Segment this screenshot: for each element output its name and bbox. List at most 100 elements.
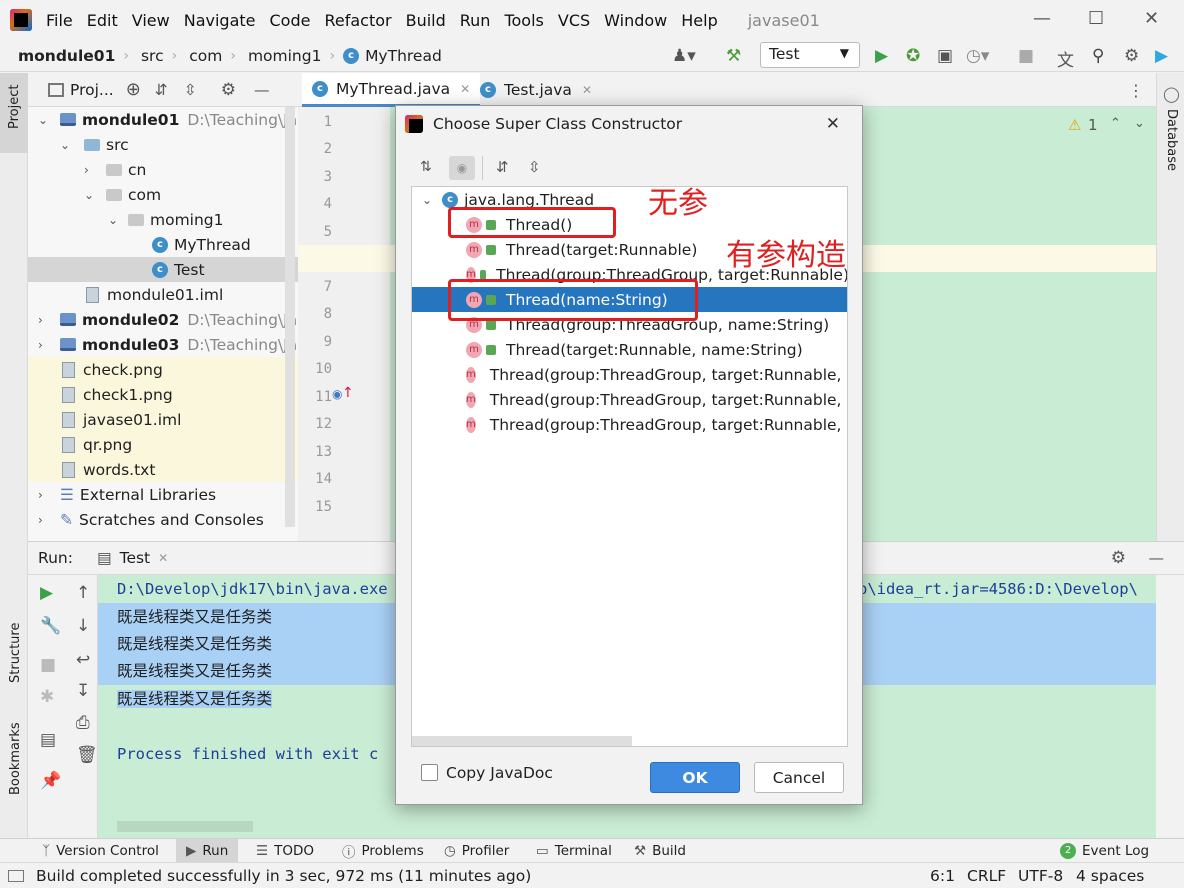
close-tab-icon[interactable]: ✕: [158, 551, 168, 565]
pin-icon[interactable]: 📌: [40, 771, 61, 791]
show-inherited-icon[interactable]: ◉: [449, 156, 475, 180]
chevron-right-icon[interactable]: ›: [38, 488, 43, 502]
chevron-down-icon[interactable]: ⌄: [60, 138, 70, 152]
menu-build[interactable]: Build: [406, 11, 446, 30]
breadcrumb-package[interactable]: moming1: [248, 47, 322, 65]
tab-mythread[interactable]: c MyThread.java ✕: [302, 73, 481, 107]
tree-item-javase01-iml[interactable]: javase01.iml: [28, 407, 298, 432]
indent-setting[interactable]: 4 spaces: [1076, 867, 1144, 885]
maximize-icon[interactable]: ☐: [1088, 8, 1104, 29]
more-tabs-icon[interactable]: ⋮: [1128, 81, 1144, 100]
run-icon[interactable]: ▶: [875, 46, 888, 66]
collapse-all-icon[interactable]: ⇳: [184, 81, 197, 99]
breadcrumb-com[interactable]: com: [189, 47, 222, 65]
tree-item-src[interactable]: ⌄ src: [28, 132, 298, 157]
tab-profiler[interactable]: ◷ Profiler: [444, 839, 509, 863]
clear-all-icon[interactable]: 🗑: [76, 745, 98, 765]
layout-icon[interactable]: ▤: [40, 730, 56, 750]
constructor-item[interactable]: m Thread(group:ThreadGroup, target:Runnab…: [412, 362, 847, 387]
close-tab-icon[interactable]: ✕: [460, 82, 470, 96]
menu-edit[interactable]: Edit: [87, 11, 118, 30]
tab-run[interactable]: ▶ Run: [176, 839, 238, 863]
jetbrains-toolbox-icon[interactable]: ▶: [1155, 46, 1168, 66]
constructor-item[interactable]: m Thread(group:ThreadGroup, target:Runnab…: [412, 412, 847, 437]
chevron-down-icon[interactable]: ⌄: [84, 188, 94, 202]
tree-item-mondule01-iml[interactable]: mondule01.iml: [28, 282, 298, 307]
warning-icon[interactable]: ⚠: [1068, 116, 1081, 134]
coverage-icon[interactable]: ▣: [937, 46, 953, 66]
menu-view[interactable]: View: [132, 11, 170, 30]
profile-icon[interactable]: ◷▾: [966, 46, 989, 66]
stop-icon[interactable]: ■: [40, 655, 56, 675]
tree-item-mondule01[interactable]: ⌄ mondule01 D:\Teaching\Java: [28, 107, 298, 132]
locate-target-icon[interactable]: ⊕: [126, 79, 141, 100]
next-highlight-icon[interactable]: ⌄: [1134, 116, 1145, 131]
menu-navigate[interactable]: Navigate: [184, 11, 256, 30]
user-icon[interactable]: ♟▾: [672, 46, 696, 66]
status-message[interactable]: Build completed successfully in 3 sec, 9…: [36, 867, 531, 885]
stop-icon[interactable]: ■: [1018, 46, 1034, 66]
soft-wrap-icon[interactable]: ↩: [76, 650, 90, 670]
menu-run[interactable]: Run: [460, 11, 491, 30]
run-config-select[interactable]: Test ▼: [760, 42, 860, 68]
dump-threads-icon[interactable]: ✱: [40, 687, 54, 707]
structure-tool-label[interactable]: Structure: [8, 623, 23, 683]
tree-scrollbar[interactable]: [285, 107, 295, 527]
tree-item-check1-png[interactable]: check1.png: [28, 382, 298, 407]
chevron-right-icon[interactable]: ›: [38, 338, 43, 352]
file-encoding[interactable]: UTF-8: [1018, 867, 1063, 885]
tree-item-check-png[interactable]: check.png: [28, 357, 298, 382]
chevron-right-icon[interactable]: ›: [84, 163, 89, 177]
expand-all-icon[interactable]: ⇵: [155, 81, 168, 99]
tree-item-scratches[interactable]: › ✎ Scratches and Consoles: [28, 507, 298, 532]
tab-terminal[interactable]: ▭ Terminal: [536, 839, 612, 863]
expand-all-icon[interactable]: ⇵: [496, 158, 509, 176]
build-hammer-icon[interactable]: ⚒: [726, 46, 741, 66]
run-tab-label[interactable]: Test: [120, 549, 151, 567]
menu-refactor[interactable]: Refactor: [324, 11, 391, 30]
close-window-icon[interactable]: ✕: [1144, 8, 1159, 29]
hide-run-panel-icon[interactable]: —: [1149, 549, 1165, 567]
breadcrumb-src[interactable]: src: [141, 47, 164, 65]
close-dialog-icon[interactable]: ✕: [826, 114, 840, 134]
rerun-icon[interactable]: ▶: [40, 583, 53, 603]
bookmarks-tool-label[interactable]: Bookmarks: [8, 722, 23, 795]
menu-file[interactable]: File: [46, 11, 73, 30]
translate-icon[interactable]: 文: [1057, 46, 1074, 71]
close-tab-icon[interactable]: ✕: [582, 83, 592, 97]
project-tool-label[interactable]: Project: [7, 85, 22, 129]
chevron-right-icon[interactable]: ›: [38, 513, 43, 527]
tab-test[interactable]: c Test.java ✕: [470, 73, 602, 107]
cancel-button[interactable]: Cancel: [754, 762, 844, 793]
constructor-item[interactable]: m Thread(group:ThreadGroup, target:Runnab…: [412, 387, 847, 412]
tab-build[interactable]: ⚒ Build: [634, 839, 686, 863]
project-view-label[interactable]: Proj...: [70, 81, 114, 99]
database-icon[interactable]: ◯: [1163, 85, 1180, 103]
menu-code[interactable]: Code: [270, 11, 311, 30]
tab-problems[interactable]: ⓘ Problems: [342, 839, 424, 863]
settings-gear-icon[interactable]: ⚙: [1124, 46, 1139, 66]
line-separator[interactable]: CRLF: [967, 867, 1006, 885]
tree-item-mythread[interactable]: c MyThread: [28, 232, 298, 257]
tree-item-external-libraries[interactable]: › ☰ External Libraries: [28, 482, 298, 507]
tab-version-control[interactable]: ᛉ Version Control: [42, 839, 159, 863]
menu-window[interactable]: Window: [604, 11, 667, 30]
tree-item-words-txt[interactable]: words.txt: [28, 457, 298, 482]
menu-help[interactable]: Help: [681, 11, 717, 30]
panel-gear-icon[interactable]: ⚙: [221, 80, 236, 100]
tree-item-qr-png[interactable]: qr.png: [28, 432, 298, 457]
breadcrumb-module[interactable]: mondule01: [18, 47, 115, 65]
chevron-right-icon[interactable]: ›: [38, 313, 43, 327]
menu-tools[interactable]: Tools: [504, 11, 543, 30]
tree-item-mondule03[interactable]: › mondule03 D:\Teaching\Java: [28, 332, 298, 357]
database-tool-label[interactable]: Database: [1164, 109, 1179, 171]
ok-button[interactable]: OK: [650, 762, 740, 793]
tree-item-mondule02[interactable]: › mondule02 D:\Teaching\Java: [28, 307, 298, 332]
tab-todo[interactable]: ☰ TODO: [256, 839, 314, 863]
tree-item-test[interactable]: c Test: [28, 257, 298, 282]
minimize-icon[interactable]: —: [1033, 8, 1051, 29]
menu-vcs[interactable]: VCS: [558, 11, 590, 30]
constructor-item[interactable]: m Thread(target:Runnable, name:String): [412, 337, 847, 362]
prev-highlight-icon[interactable]: ⌃: [1110, 116, 1121, 131]
sort-alphabetically-icon[interactable]: ⇅: [420, 159, 432, 175]
